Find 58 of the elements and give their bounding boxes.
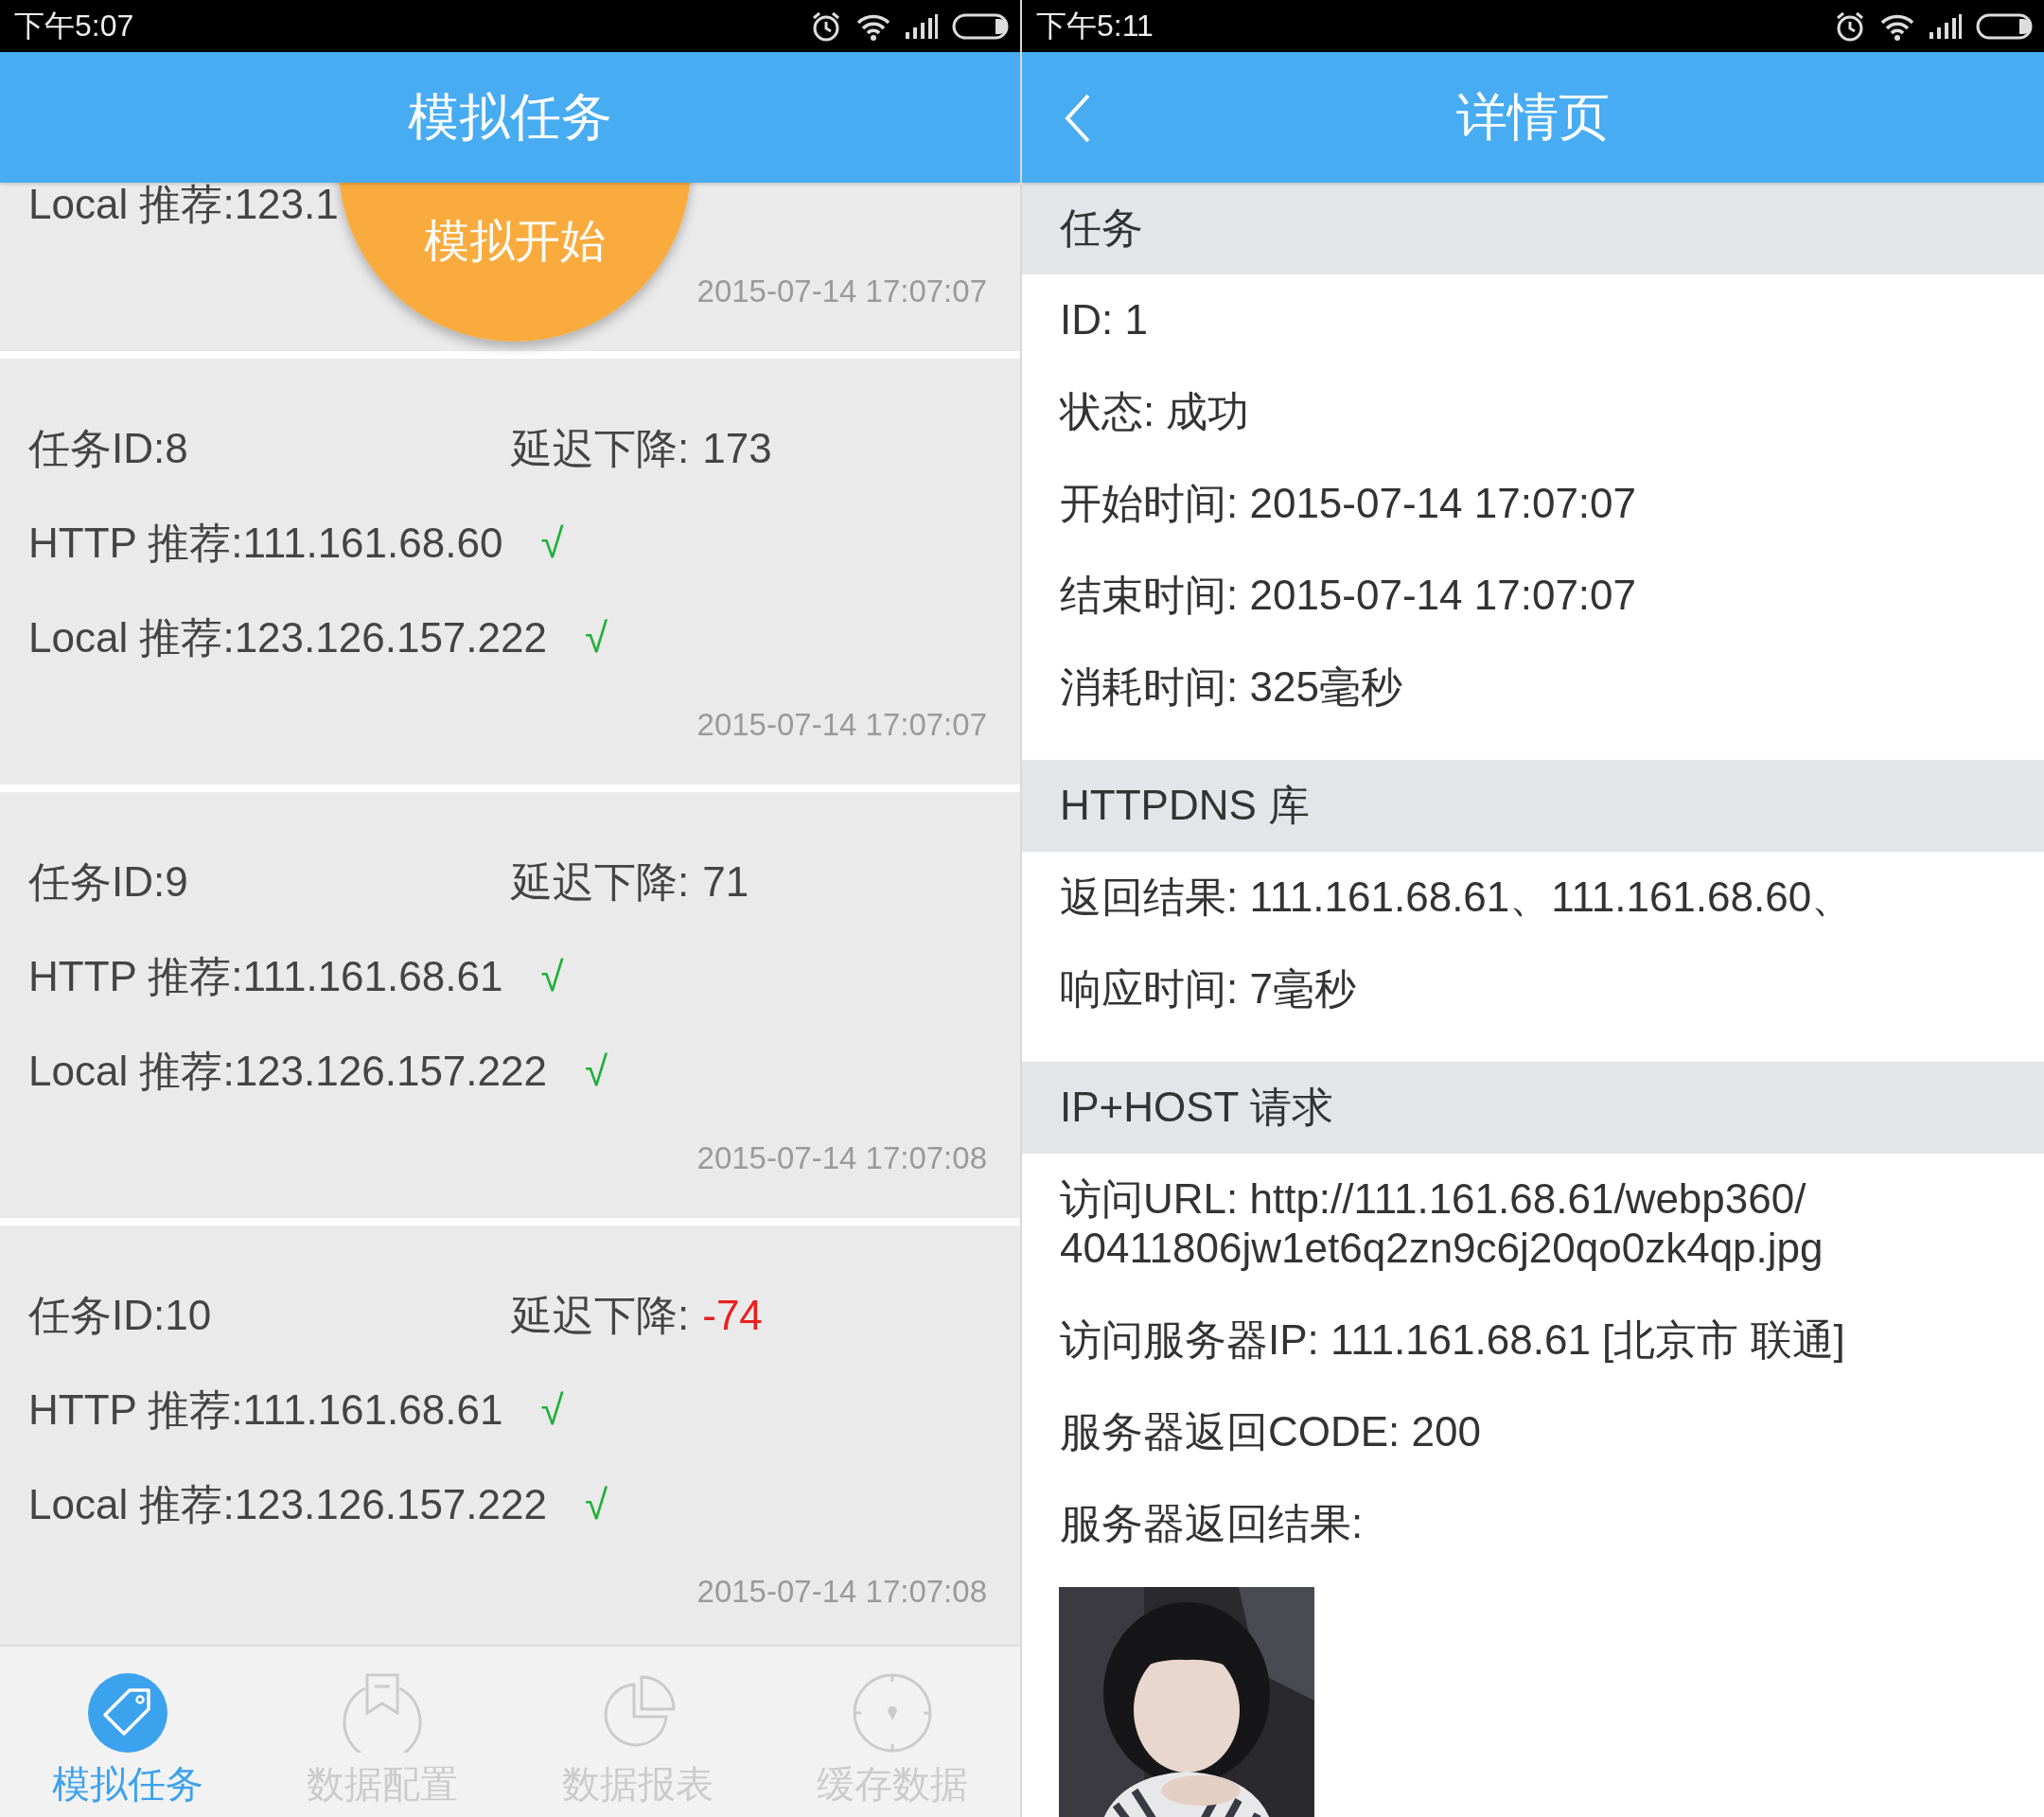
- task-id: 任务ID:9: [28, 856, 189, 907]
- detail-text: ID: 1: [1059, 295, 1149, 344]
- alarm-icon: [1834, 9, 1866, 43]
- check-mark: √: [584, 1481, 608, 1528]
- check-mark: √: [584, 1048, 608, 1095]
- http-recommendation: HTTP 推荐:111.161.68.61: [28, 1385, 503, 1435]
- detail-text: 响应时间: 7毫秒: [1059, 964, 1357, 1014]
- task-id: 任务ID:8: [28, 423, 189, 473]
- header-title: 详情页: [1456, 86, 1610, 147]
- detail-text: 访问URL: http://111.161.68.61/webp360/40411806jw1et6q2zn9c6j20qo0zk4qp.jpg: [1059, 1174, 1824, 1273]
- http-recommendation: HTTP 推荐:111.161.68.60: [28, 518, 503, 568]
- section-header: HTTPDNS 库: [1022, 760, 2044, 852]
- local-recommendation: Local 推荐:123.1: [28, 183, 339, 229]
- task-id: 任务ID:10: [28, 1290, 213, 1340]
- delay-label: 延迟下降:: [511, 856, 690, 907]
- status-time: 下午5:07: [14, 7, 134, 44]
- task-card[interactable]: 任务ID:8 延迟下降: 173 HTTP 推荐:111.161.68.60 √ Local 推荐:123.126.157.222 √ 2015-07-14 17:07:07: [0, 359, 1020, 785]
- check-mark: √: [584, 614, 608, 662]
- detail-text: 服务器返回CODE: 200: [1059, 1407, 1482, 1456]
- task-card[interactable]: 任务ID:9 延迟下降: 71 HTTP 推荐:111.161.68.61 √ Local 推荐:123.126.157.222 √ 2015-07-14 17:07:08: [0, 792, 1020, 1218]
- battery-icon: [952, 12, 1011, 40]
- timestamp: 2015-07-14 17:07:07: [696, 707, 987, 743]
- timestamp: 2015-07-14 17:07:08: [696, 1574, 987, 1610]
- alarm-icon: [810, 9, 842, 43]
- delay-value: 71: [702, 858, 749, 906]
- timestamp: 2015-07-14 17:07:07: [696, 273, 987, 309]
- detail-text: 状态: 成功: [1058, 387, 1251, 436]
- timestamp: 2015-07-14 17:07:08: [696, 1140, 987, 1176]
- local-recommendation: Local 推荐:123.126.157.222: [28, 1479, 547, 1529]
- check-mark: √: [540, 1386, 564, 1434]
- tag-icon: [87, 1673, 167, 1753]
- detail-text: 消耗时间: 325毫秒: [1059, 662, 1403, 712]
- signal-icon: [905, 12, 939, 40]
- detail-text: 服务器返回结果:: [1059, 1499, 1365, 1548]
- header-title: 模拟任务: [408, 86, 612, 147]
- task-card[interactable]: 任务ID:10 延迟下降: -74 HTTP 推荐:111.161.68.61 √ Local 推荐:123.126.157.222 √ 2015-07-14 17:07:08: [0, 1226, 1020, 1644]
- section-header: 任务: [1022, 183, 2044, 274]
- check-mark: √: [540, 520, 564, 567]
- delay-label: 延迟下降:: [511, 423, 690, 473]
- delay-value: -74: [702, 1292, 763, 1339]
- battery-icon: [1976, 12, 2035, 40]
- nav-tab[interactable]: 模拟任务: [0, 1647, 256, 1817]
- local-recommendation: Local 推荐:123.126.157.222: [28, 612, 547, 662]
- back-icon[interactable]: [1064, 94, 1092, 143]
- detail-text: 结束时间: 2015-07-14 17:07:07: [1059, 571, 1638, 620]
- status-time: 下午5:11: [1036, 7, 1154, 44]
- detail-text: 返回结果: 111.161.68.61、111.161.68.60、: [1059, 873, 1855, 922]
- http-recommendation: HTTP 推荐:111.161.68.61: [28, 951, 503, 1001]
- detail-text: 访问服务器IP: 111.161.68.61 [北京市 联通]: [1059, 1315, 1846, 1365]
- detail-text: 开始时间: 2015-07-14 17:07:07: [1059, 479, 1638, 528]
- signal-icon: [1929, 12, 1963, 40]
- section-header: IP+HOST 请求: [1022, 1062, 2044, 1154]
- local-recommendation: Local 推荐:123.126.157.222: [28, 1046, 547, 1096]
- check-mark: √: [540, 953, 564, 1000]
- compass-icon: [853, 1673, 933, 1753]
- bookmark-icon: [343, 1673, 423, 1753]
- delay-label: 延迟下降:: [511, 1290, 690, 1340]
- delay-value: 173: [702, 425, 772, 472]
